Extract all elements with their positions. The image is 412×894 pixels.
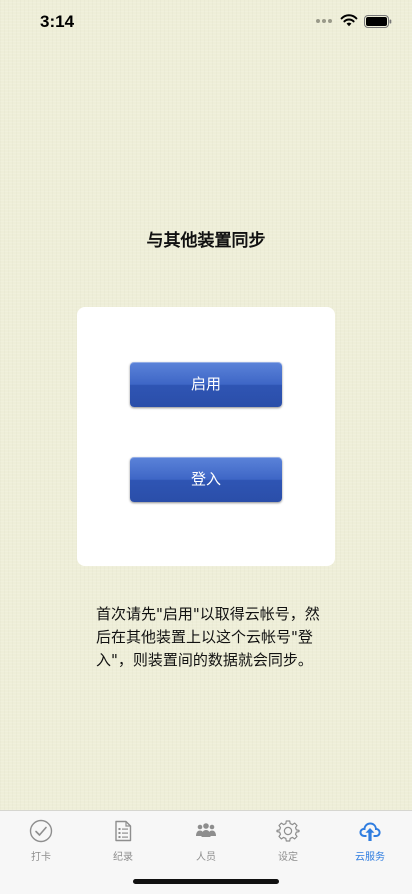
enable-button[interactable]: 启用 [130, 362, 282, 407]
tab-people[interactable]: 人员 [165, 811, 247, 867]
document-list-icon [115, 820, 132, 842]
page-title: 与其他装置同步 [146, 231, 266, 251]
tab-label: 云服务 [355, 852, 385, 863]
tab-label: 打卡 [31, 852, 51, 863]
tab-settings[interactable]: 设定 [247, 811, 329, 867]
tab-records[interactable]: 纪录 [82, 811, 164, 867]
battery-icon [364, 15, 392, 28]
instructions-text: 首次请先"启用"以取得云帐号，然后在其他装置上以这个云帐号"登入"，则装置间的数… [96, 605, 320, 669]
cloud-upload-icon [359, 822, 381, 841]
status-time: 3:14 [40, 12, 75, 31]
tab-cloud-service[interactable]: 云服务 [329, 811, 411, 867]
login-button[interactable]: 登入 [130, 457, 282, 502]
sync-card: 启用 登入 [77, 307, 335, 566]
status-bar: 3:14 [0, 0, 412, 46]
tab-label: 人员 [196, 852, 216, 863]
wifi-icon [340, 14, 358, 27]
gear-icon [276, 820, 300, 842]
tab-check-in[interactable]: 打卡 [0, 811, 82, 867]
checkmark-circle-icon [29, 819, 53, 843]
people-group-icon [196, 823, 216, 837]
tab-label: 纪录 [113, 852, 133, 863]
tab-label: 设定 [278, 852, 298, 863]
home-indicator [133, 879, 279, 884]
signal-dots-icon [316, 19, 334, 25]
